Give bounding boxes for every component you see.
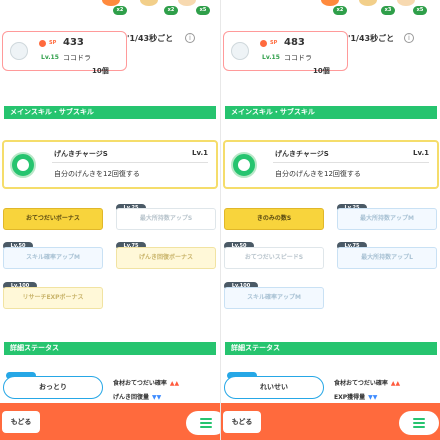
sub-skill-chip[interactable]: リサーチEXPボーナス [3, 287, 103, 309]
menu-button[interactable] [186, 411, 220, 435]
main-skill-level: Lv.1 [192, 149, 208, 157]
sp-value: 483 [284, 37, 305, 48]
arrow-up-icon: ▲▲ [169, 380, 180, 387]
sub-skill-chip[interactable]: 最大所持数アップL [337, 247, 437, 269]
right-pokemon-panel: x2 x3 x5 SP 483 Lv.15 ココドラ '1/43秒ごと i 10… [220, 0, 440, 440]
info-icon[interactable]: i [404, 33, 414, 43]
level-label: Lv.15 [41, 54, 59, 61]
main-skill-icon [10, 152, 36, 178]
bottom-bar: もどる [221, 403, 440, 440]
bottom-bar: もどる [0, 403, 220, 440]
smile-face-icon [238, 159, 250, 171]
pokemon-name: ココドラ [63, 54, 91, 62]
arrow-down-icon: ▼▼ [152, 394, 162, 401]
stats-section-header: 詳細ステータス [4, 342, 216, 355]
stat-down-row: EXP獲得量 ▼▼ [334, 392, 377, 401]
main-skill-section-header: メインスキル・サブスキル [4, 106, 216, 119]
pokemon-name: ココドラ [284, 54, 312, 62]
stat-up-row: 食材おてつだい確率 ▲▲ [334, 378, 400, 387]
carry-count-text: 10個 [92, 67, 109, 75]
menu-icon [200, 418, 212, 428]
count-badge: x2 [113, 6, 127, 15]
berry-strip: x2 x2 x5 [0, 0, 220, 22]
nature-value[interactable]: おっとり [3, 376, 103, 399]
menu-button[interactable] [399, 411, 439, 435]
sub-skill-chip[interactable]: 最大所持数アップM [337, 208, 437, 230]
berry-strip: x2 x3 x5 [221, 0, 440, 22]
smile-face-icon [17, 159, 29, 171]
sp-label: SP [49, 40, 57, 46]
back-button[interactable]: もどる [223, 411, 261, 433]
stat-down-row: げんき回復量 ▼▼ [113, 392, 161, 401]
stat-down-label: EXP獲得量 [334, 394, 366, 401]
count-badge: x2 [333, 6, 347, 15]
main-skill-name: げんきチャージS [54, 150, 108, 158]
arrow-down-icon: ▼▼ [368, 394, 378, 401]
sub-skill-chip[interactable]: スキル確率アップM [3, 247, 103, 269]
sub-skill-chip[interactable]: おてつだいスピードS [224, 247, 324, 269]
sp-icon [260, 40, 267, 47]
berry-icon [140, 0, 158, 6]
sp-label: SP [270, 40, 278, 46]
berry-icon [359, 0, 377, 6]
stat-up-label: 食材おてつだい確率 [334, 380, 388, 387]
count-badge: x3 [381, 6, 395, 15]
stat-up-label: 食材おてつだい確率 [113, 380, 167, 387]
sub-skill-chip[interactable]: げんき回復ボーナス [116, 247, 216, 269]
nature-value[interactable]: れいせい [224, 376, 324, 399]
sub-skill-chip[interactable]: きのみの数S [224, 208, 324, 230]
back-button[interactable]: もどる [2, 411, 40, 433]
divider [52, 162, 208, 163]
pokemon-avatar-icon [10, 42, 28, 60]
count-badge: x5 [413, 6, 427, 15]
pokemon-avatar-icon [231, 42, 249, 60]
sp-icon [39, 40, 46, 47]
left-pokemon-panel: x2 x2 x5 SP 433 Lv.15 ココドラ '1/43秒ごと i 10… [0, 0, 220, 440]
main-skill-icon [231, 152, 257, 178]
berry-icon [178, 0, 196, 6]
pokemon-info-card[interactable]: SP 433 Lv.15 ココドラ [2, 31, 127, 71]
arrow-up-icon: ▲▲ [390, 380, 401, 387]
main-skill-card[interactable]: げんきチャージS Lv.1 自分のげんきを12回復する [2, 140, 218, 189]
main-skill-card[interactable]: げんきチャージS Lv.1 自分のげんきを12回復する [223, 140, 439, 189]
carry-count-text: 10個 [313, 67, 330, 75]
main-skill-description: 自分のげんきを12回復する [275, 170, 361, 178]
main-skill-level: Lv.1 [413, 149, 429, 157]
menu-icon [413, 418, 425, 428]
stats-section-header: 詳細ステータス [225, 342, 437, 355]
help-interval-text: '1/43秒ごと [348, 34, 395, 43]
stat-up-row: 食材おてつだい確率 ▲▲ [113, 378, 179, 387]
main-skill-section-header: メインスキル・サブスキル [225, 106, 437, 119]
sp-value: 433 [63, 37, 84, 48]
sub-skill-chip[interactable]: スキル確率アップM [224, 287, 324, 309]
stat-down-label: げんき回復量 [113, 394, 150, 401]
divider [273, 162, 429, 163]
info-icon[interactable]: i [185, 33, 195, 43]
sub-skill-chip[interactable]: 最大所持数アップS [116, 208, 216, 230]
berry-icon [397, 0, 415, 6]
count-badge: x5 [196, 6, 210, 15]
main-skill-description: 自分のげんきを12回復する [54, 170, 140, 178]
level-label: Lv.15 [262, 54, 280, 61]
pokemon-info-card[interactable]: SP 483 Lv.15 ココドラ [223, 31, 348, 71]
sub-skill-chip[interactable]: おてつだいボーナス [3, 208, 103, 230]
main-skill-name: げんきチャージS [275, 150, 329, 158]
help-interval-text: '1/43秒ごと [127, 34, 174, 43]
count-badge: x2 [164, 6, 178, 15]
